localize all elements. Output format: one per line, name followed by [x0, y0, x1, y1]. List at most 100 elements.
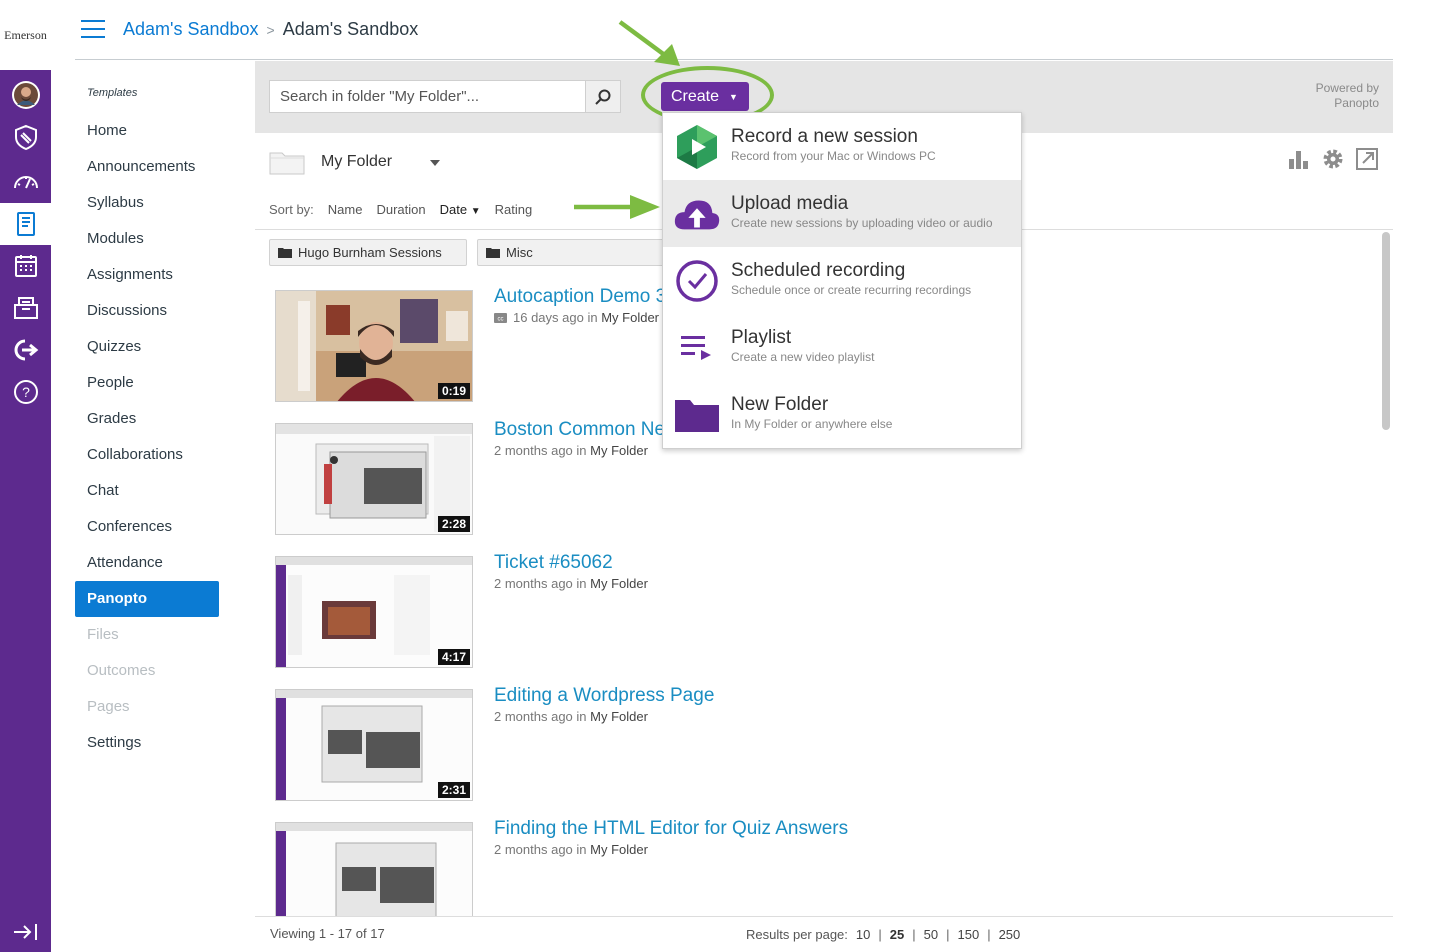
playlist-icon — [673, 324, 721, 372]
sort-label: Sort by: — [269, 202, 314, 217]
open-external-icon[interactable] — [1355, 147, 1379, 171]
sort-rating[interactable]: Rating — [495, 202, 533, 217]
course-nav-conferences[interactable]: Conferences — [75, 509, 219, 545]
course-nav-settings[interactable]: Settings — [75, 725, 219, 761]
commons-icon[interactable] — [0, 329, 51, 371]
course-nav-pages[interactable]: Pages — [75, 689, 219, 725]
course-nav-attendance[interactable]: Attendance — [75, 545, 219, 581]
session-thumbnail[interactable]: 2:31 — [275, 689, 473, 801]
sort-name[interactable]: Name — [328, 202, 363, 217]
create-menu-upload[interactable]: Upload media Create new sessions by uplo… — [663, 180, 1021, 247]
course-nav-quizzes[interactable]: Quizzes — [75, 329, 219, 365]
session-title[interactable]: Boston Common New — [494, 419, 679, 441]
breadcrumb-separator: > — [266, 22, 275, 38]
create-menu-record[interactable]: Record a new session Record from your Ma… — [663, 113, 1021, 180]
dashboard-icon[interactable] — [0, 160, 51, 202]
course-nav-chat[interactable]: Chat — [75, 473, 219, 509]
create-menu-subtitle: Create a new video playlist — [731, 350, 875, 364]
search-icon[interactable] — [585, 81, 620, 112]
course-nav-people[interactable]: People — [75, 365, 219, 401]
session-folder[interactable]: My Folder — [590, 443, 648, 458]
course-nav-grades[interactable]: Grades — [75, 401, 219, 437]
create-menu-playlist[interactable]: Playlist Create a new video playlist — [663, 314, 1021, 381]
per-page-option[interactable]: 25 — [890, 927, 904, 942]
session-thumbnail[interactable]: 2:28 — [275, 423, 473, 535]
session-meta: 2 months ago in My Folder — [494, 709, 648, 724]
courses-icon[interactable] — [0, 203, 51, 245]
subfolder-chip[interactable]: Misc — [477, 239, 675, 266]
session-meta: cc 16 days ago in My Folder — [494, 310, 659, 325]
course-nav: Templates Home Announcements Syllabus Mo… — [75, 60, 235, 952]
settings-gear-icon[interactable] — [1321, 147, 1345, 171]
session-folder[interactable]: My Folder — [590, 709, 648, 724]
stats-icon[interactable] — [1287, 147, 1311, 171]
course-nav-announcements[interactable]: Announcements — [75, 149, 219, 185]
session-in: in — [576, 709, 587, 724]
session-folder[interactable]: My Folder — [590, 576, 648, 591]
brand-logo[interactable]: Emerson — [0, 0, 51, 70]
sort-date[interactable]: Date ▼ — [440, 202, 481, 217]
subfolder-chip[interactable]: Hugo Burnham Sessions — [269, 239, 467, 266]
subfolder-name: Hugo Burnham Sessions — [298, 245, 442, 260]
session-meta: 2 months ago in My Folder — [494, 842, 648, 857]
breadcrumb-course-link[interactable]: Adam's Sandbox — [123, 19, 259, 39]
per-page-label: Results per page: — [746, 927, 848, 942]
sort-bar: Sort by: Name Duration Date ▼ Rating — [269, 202, 532, 217]
help-icon[interactable]: ? — [0, 371, 51, 413]
per-page-option[interactable]: 150 — [957, 927, 979, 942]
course-nav-syllabus[interactable]: Syllabus — [75, 185, 219, 221]
per-page-option[interactable]: 50 — [924, 927, 938, 942]
create-button[interactable]: Create ▼ — [661, 82, 749, 111]
course-nav-discussions[interactable]: Discussions — [75, 293, 219, 329]
course-nav-panopto[interactable]: Panopto — [75, 581, 219, 617]
create-menu-scheduled[interactable]: Scheduled recording Schedule once or cre… — [663, 247, 1021, 314]
create-menu-title: Upload media — [731, 193, 849, 214]
inbox-icon[interactable] — [0, 287, 51, 329]
search-input[interactable] — [270, 81, 586, 112]
session-age: 2 months ago — [494, 709, 573, 724]
calendar-icon[interactable] — [0, 245, 51, 287]
create-menu-new-folder[interactable]: New Folder In My Folder or anywhere else — [663, 381, 1021, 448]
course-header: Adam's Sandbox > Adam's Sandbox — [75, 0, 1393, 60]
course-nav-outcomes[interactable]: Outcomes — [75, 653, 219, 689]
templates-label: Templates — [87, 87, 138, 99]
per-page-option[interactable]: 250 — [999, 927, 1021, 942]
session-title[interactable]: Ticket #65062 — [494, 552, 613, 574]
session-title[interactable]: Editing a Wordpress Page — [494, 685, 714, 707]
folder-dropdown-icon[interactable] — [429, 156, 441, 168]
course-nav-modules[interactable]: Modules — [75, 221, 219, 257]
duration-badge: 2:31 — [437, 782, 470, 798]
session-folder[interactable]: My Folder — [590, 842, 648, 857]
per-page-separator: | — [987, 927, 991, 942]
avatar-icon[interactable] — [0, 74, 51, 116]
course-nav-assignments[interactable]: Assignments — [75, 257, 219, 293]
sort-duration[interactable]: Duration — [376, 202, 425, 217]
session-thumbnail[interactable] — [275, 822, 473, 916]
session-in: in — [576, 842, 587, 857]
course-nav-files[interactable]: Files — [75, 617, 219, 653]
create-button-label: Create — [671, 87, 720, 105]
list-scrollbar[interactable] — [1382, 232, 1390, 430]
folder-icon — [269, 149, 305, 175]
session-title[interactable]: Finding the HTML Editor for Quiz Answers — [494, 818, 848, 840]
session-folder[interactable]: My Folder — [601, 310, 659, 325]
folder-name[interactable]: My Folder — [321, 153, 392, 171]
session-meta: 2 months ago in My Folder — [494, 576, 648, 591]
session-title[interactable]: Autocaption Demo 3 — [494, 286, 666, 308]
hamburger-menu-icon[interactable] — [81, 20, 105, 40]
global-nav: Emerson ? — [0, 0, 51, 952]
shield-badge-icon[interactable] — [0, 116, 51, 158]
folder-icon — [673, 391, 721, 439]
duration-badge: 4:17 — [437, 649, 470, 665]
session-thumbnail[interactable]: 0:19 — [275, 290, 473, 402]
collapse-nav-icon[interactable] — [0, 912, 51, 952]
per-page-option[interactable]: 10 — [856, 927, 870, 942]
session-meta: 2 months ago in My Folder — [494, 443, 648, 458]
create-menu-subtitle: Schedule once or create recurring record… — [731, 283, 972, 297]
course-nav-collaborations[interactable]: Collaborations — [75, 437, 219, 473]
course-nav-home[interactable]: Home — [75, 113, 219, 149]
session-in: in — [576, 576, 587, 591]
breadcrumb-current: Adam's Sandbox — [282, 19, 419, 39]
svg-text:?: ? — [22, 384, 30, 400]
session-thumbnail[interactable]: 4:17 — [275, 556, 473, 668]
